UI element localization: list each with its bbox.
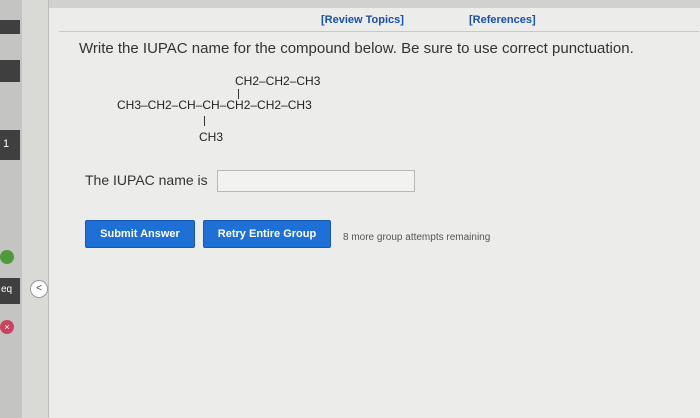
structure-main: CH3–CH2–CH–CH–CH2–CH2–CH3 bbox=[117, 98, 312, 112]
divider bbox=[59, 31, 699, 32]
references-link[interactable]: [References] bbox=[469, 14, 536, 26]
retry-entire-group-button[interactable]: Retry Entire Group bbox=[203, 220, 331, 248]
left-sidebar: 1 eq × bbox=[0, 0, 22, 418]
review-topics-link[interactable]: [Review Topics] bbox=[321, 14, 404, 26]
sidebar-item-4[interactable]: eq bbox=[0, 278, 20, 304]
sidebar-item-1[interactable] bbox=[0, 20, 20, 34]
sidebar-item-3-label: 1 bbox=[3, 138, 10, 150]
status-circle-green-icon bbox=[0, 250, 14, 264]
sidebar-item-4-label: eq bbox=[1, 284, 13, 295]
sidebar-item-3[interactable]: 1 bbox=[0, 130, 20, 160]
structure-top: CH2–CH2–CH3 bbox=[235, 74, 321, 88]
submit-answer-button[interactable]: Submit Answer bbox=[85, 220, 195, 248]
structure-bottom: CH3 bbox=[199, 130, 224, 144]
close-circle-icon[interactable]: × bbox=[0, 320, 14, 334]
attempts-remaining-text: 8 more group attempts remaining bbox=[343, 232, 491, 243]
structure-diagram: CH2–CH2–CH3 CH3–CH2–CH–CH–CH2–CH2–CH3 CH… bbox=[117, 68, 417, 148]
answer-label: The IUPAC name is bbox=[85, 172, 208, 188]
question-prompt: Write the IUPAC name for the compound be… bbox=[79, 40, 634, 57]
question-panel: [Review Topics] [References] Write the I… bbox=[48, 0, 700, 418]
collapse-chevron-icon[interactable]: < bbox=[30, 280, 48, 298]
sidebar-item-2[interactable] bbox=[0, 60, 20, 82]
iupac-name-input[interactable] bbox=[217, 170, 415, 192]
header-links: [Review Topics] [References] bbox=[49, 10, 700, 30]
top-bar bbox=[49, 0, 700, 8]
bond-line bbox=[204, 116, 205, 126]
